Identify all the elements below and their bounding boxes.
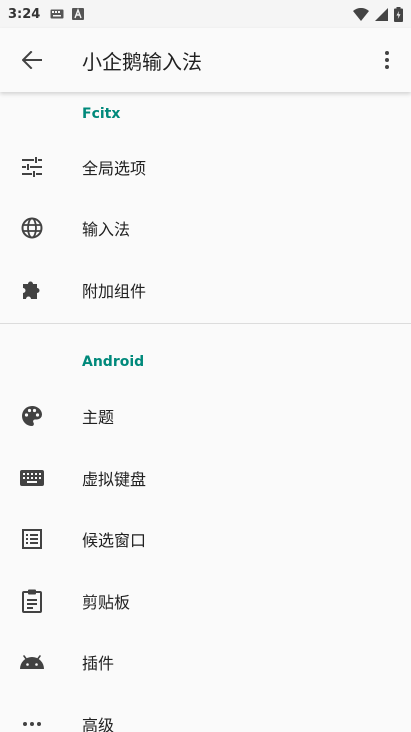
pref-label: 候选窗口	[82, 531, 147, 551]
pref-label: 虚拟键盘	[82, 469, 147, 489]
pref-clipboard[interactable]: 剪贴板	[0, 570, 411, 632]
pref-label: 附加组件	[82, 281, 147, 301]
arrow-back-icon	[22, 51, 42, 69]
pref-input-methods[interactable]: 输入法	[0, 198, 411, 260]
section-divider	[0, 322, 411, 324]
pref-label: 插件	[82, 654, 115, 674]
android-icon	[0, 654, 64, 670]
page-title: 小企鹅输入法	[82, 49, 202, 74]
pref-candidate-window[interactable]: 候选窗口	[0, 509, 411, 571]
puzzle-icon	[0, 279, 64, 301]
wifi-icon	[353, 7, 369, 21]
keyboard-notification-icon	[50, 9, 64, 19]
status-bar: 3:24	[0, 0, 411, 28]
font-notification-icon	[72, 8, 85, 20]
pref-advanced[interactable]: 高级	[0, 693, 411, 732]
keyboard-icon	[0, 469, 64, 486]
list-icon	[0, 529, 64, 550]
pref-global-options[interactable]: 全局选项	[0, 136, 411, 198]
pref-label: 输入法	[82, 220, 131, 240]
app-bar: 小企鹅输入法	[0, 28, 411, 92]
overflow-menu-button[interactable]	[363, 28, 411, 92]
palette-icon	[0, 405, 64, 427]
status-time: 3:24	[8, 6, 41, 22]
pref-label: 全局选项	[82, 158, 147, 178]
pref-theme[interactable]: 主题	[0, 386, 411, 448]
pref-label: 高级	[82, 715, 115, 732]
signal-icon	[375, 7, 388, 21]
section-header-android: Android	[82, 353, 145, 370]
pref-addons[interactable]: 附加组件	[0, 259, 411, 321]
preference-list: Fcitx 全局选项 输入法 附加组件 Android 主题 虚拟键盘 候选窗口…	[0, 92, 411, 732]
section-header-fcitx: Fcitx	[82, 106, 121, 122]
pref-virtual-keyboard[interactable]: 虚拟键盘	[0, 447, 411, 509]
battery-icon	[394, 6, 403, 22]
pref-label: 剪贴板	[82, 592, 131, 612]
more-horiz-icon	[0, 721, 64, 727]
pref-label: 主题	[82, 408, 115, 428]
clipboard-icon	[0, 589, 64, 613]
more-vert-icon	[385, 51, 389, 69]
pref-plugins[interactable]: 插件	[0, 632, 411, 694]
globe-icon	[0, 217, 64, 239]
tune-icon	[0, 156, 64, 177]
back-button[interactable]	[0, 28, 64, 92]
